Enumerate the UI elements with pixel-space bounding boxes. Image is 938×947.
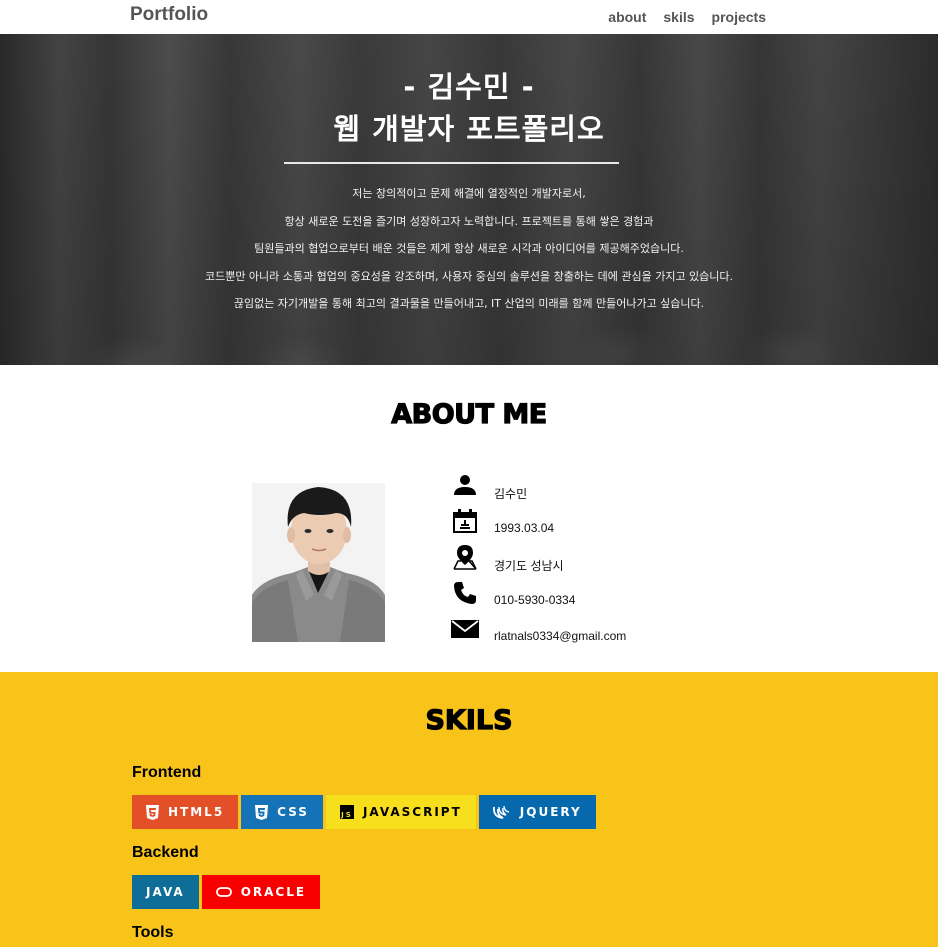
nav-menu: about skils projects [608,9,766,25]
badge-oracle: ORACLE [201,875,321,909]
hero-section: - 김수민 - 웹 개발자 포트폴리오 저는 창의적이고 문제 해결에 열정적인… [0,34,938,365]
calendar-icon [450,507,480,535]
info-name: 김수민 [494,487,528,501]
badge-label: CSS [277,805,309,819]
badge-html5: HTML5 [132,795,239,829]
skils-section: SKILS Frontend HTML5 CSS JS JAVASCRIPT J… [0,672,938,947]
jquery-icon [492,805,509,819]
skils-heading: SKILS [425,704,513,736]
oracle-icon [215,887,232,897]
badge-label: JAVA [146,885,185,899]
skill-badges-backend: JAVA ORACLE [132,875,321,909]
about-heading: ABOUT ME [391,398,548,430]
badge-label: JQUERY [519,805,582,819]
about-section: ABOUT ME 김수민 1993.03.04 경기도 성남시 010-5930… [0,365,938,672]
nav-link-skils[interactable]: skils [663,9,694,25]
badge-jquery: JQUERY [478,795,596,829]
nav-link-about[interactable]: about [608,9,646,25]
profile-photo [252,483,385,642]
skill-badges-frontend: HTML5 CSS JS JAVASCRIPT JQUERY [132,795,596,829]
javascript-icon: JS [339,805,354,819]
mail-icon [450,615,480,643]
phone-icon [450,579,480,607]
css3-icon [255,804,269,820]
badge-label: JAVASCRIPT [362,805,462,819]
skill-group-title-frontend: Frontend [132,764,202,781]
hero-description-line: 끊임없는 자기개발을 통해 최고의 결과물을 만들어내고, IT 산업의 미래를… [233,297,705,310]
info-location: 경기도 성남시 [494,559,564,573]
brand-link[interactable]: Portfolio [130,4,208,26]
hero-description-line: 코드뿐만 아니라 소통과 협업의 중요성을 강조하며, 사용자 중심의 솔루션을… [204,269,734,283]
html5-icon [146,804,159,820]
info-email: rlatnals0334@gmail.com [494,629,627,643]
badge-label: ORACLE [240,885,307,899]
info-phone: 010-5930-0334 [494,593,576,607]
badge-java: JAVA [132,875,199,909]
info-birthdate: 1993.03.04 [494,521,555,535]
top-navbar: Portfolio about skils projects [0,0,938,34]
hero-description-line: 항상 새로운 도전을 즐기며 성장하고자 노력합니다. 프로젝트를 통해 쌓은 … [284,214,654,228]
hero-name: - 김수민 - [403,70,535,104]
badge-css: CSS [241,795,323,829]
hero-divider [284,162,619,164]
hero-description-line: 저는 창의적이고 문제 해결에 열정적인 개발자로서, [352,187,586,200]
badge-label: HTML5 [168,805,225,819]
person-icon [450,471,480,499]
skill-group-title-backend: Backend [132,844,199,861]
hero-description-line: 팀원들과의 협업으로부터 배운 것들은 제게 항상 새로운 시각과 아이디어를 … [254,242,684,255]
skill-group-title-tools: Tools [132,924,174,941]
hero-title: 웹 개발자 포트폴리오 [333,112,605,146]
svg-text:JS: JS [340,811,353,819]
badge-javascript: JS JAVASCRIPT [325,795,476,829]
location-icon [450,543,480,571]
nav-link-projects[interactable]: projects [712,9,766,25]
hero-description: 저는 창의적이고 문제 해결에 열정적인 개발자로서, 항상 새로운 도전을 즐… [0,180,938,318]
